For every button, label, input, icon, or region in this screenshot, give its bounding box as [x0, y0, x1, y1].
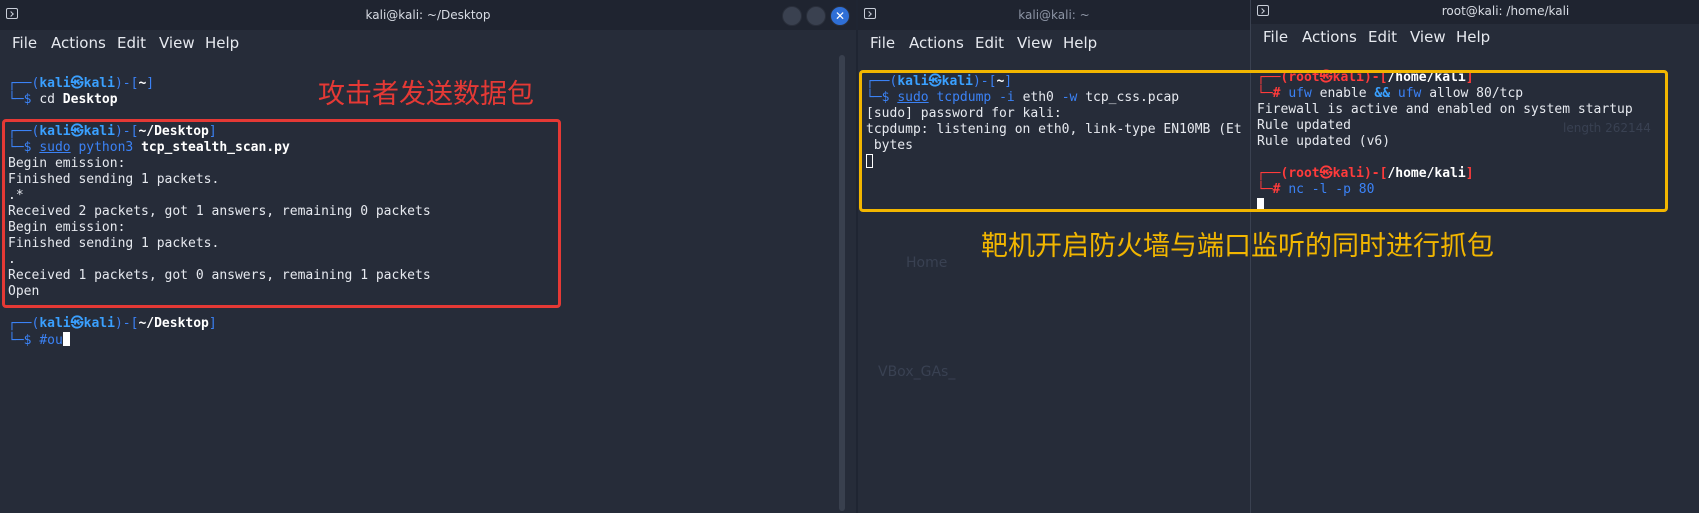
- command-line: └─$ cd Desktop: [8, 92, 118, 107]
- close-button[interactable]: ✕: [830, 6, 850, 26]
- input-line[interactable]: └─$ #ou: [8, 332, 70, 349]
- menu-actions[interactable]: Actions: [51, 34, 106, 52]
- left-terminal-window[interactable]: kali@kali: ~/Desktop ✕ File Actions Edit…: [0, 0, 856, 513]
- scrollbar[interactable]: [839, 55, 845, 511]
- terminal-icon: [1257, 5, 1269, 16]
- menu-help[interactable]: Help: [1456, 28, 1490, 46]
- menu-edit[interactable]: Edit: [975, 34, 1004, 52]
- minimize-button[interactable]: [782, 6, 802, 26]
- menu-file[interactable]: File: [12, 34, 37, 52]
- menu-actions[interactable]: Actions: [1302, 28, 1357, 46]
- right-titlebar[interactable]: root@kali: /home/kali: [1251, 0, 1699, 24]
- menu-view[interactable]: View: [159, 34, 195, 52]
- menu-edit[interactable]: Edit: [1368, 28, 1397, 46]
- left-titlebar[interactable]: kali@kali: ~/Desktop ✕: [0, 0, 856, 30]
- prompt-line: ┌──(kali㉿kali)-[~]: [8, 76, 155, 91]
- menu-edit[interactable]: Edit: [117, 34, 146, 52]
- right-menubar: File Actions Edit View Help: [1251, 24, 1699, 50]
- window-title: kali@kali: ~/Desktop: [365, 8, 491, 22]
- prompt-line: ┌──(kali㉿kali)-[~/Desktop]: [8, 316, 217, 331]
- menu-file[interactable]: File: [1263, 28, 1288, 46]
- menu-help[interactable]: Help: [205, 34, 239, 52]
- menu-file[interactable]: File: [870, 34, 895, 52]
- left-menubar: File Actions Edit View Help: [0, 30, 856, 56]
- menu-actions[interactable]: Actions: [909, 34, 964, 52]
- middle-menubar: File Actions Edit View Help: [858, 30, 1250, 56]
- annotation-attacker: 攻击者发送数据包: [318, 79, 534, 110]
- middle-titlebar[interactable]: kali@kali: ~: [858, 0, 1250, 30]
- annotation-target: 靶机开启防火墙与端口监听的同时进行抓包: [981, 231, 1494, 262]
- highlight-box-target: [859, 70, 1668, 212]
- menu-help[interactable]: Help: [1063, 34, 1097, 52]
- menu-view[interactable]: View: [1017, 34, 1053, 52]
- maximize-button[interactable]: [806, 6, 826, 26]
- text-cursor: [62, 332, 70, 346]
- menu-view[interactable]: View: [1410, 28, 1446, 46]
- window-title: root@kali: /home/kali: [1441, 4, 1570, 18]
- desktop-icon-home: Home: [906, 255, 948, 271]
- desktop-icon-vbox: VBox_GAs_: [878, 364, 956, 380]
- highlight-box-attacker: [2, 119, 561, 308]
- window-title: kali@kali: ~: [1018, 8, 1090, 22]
